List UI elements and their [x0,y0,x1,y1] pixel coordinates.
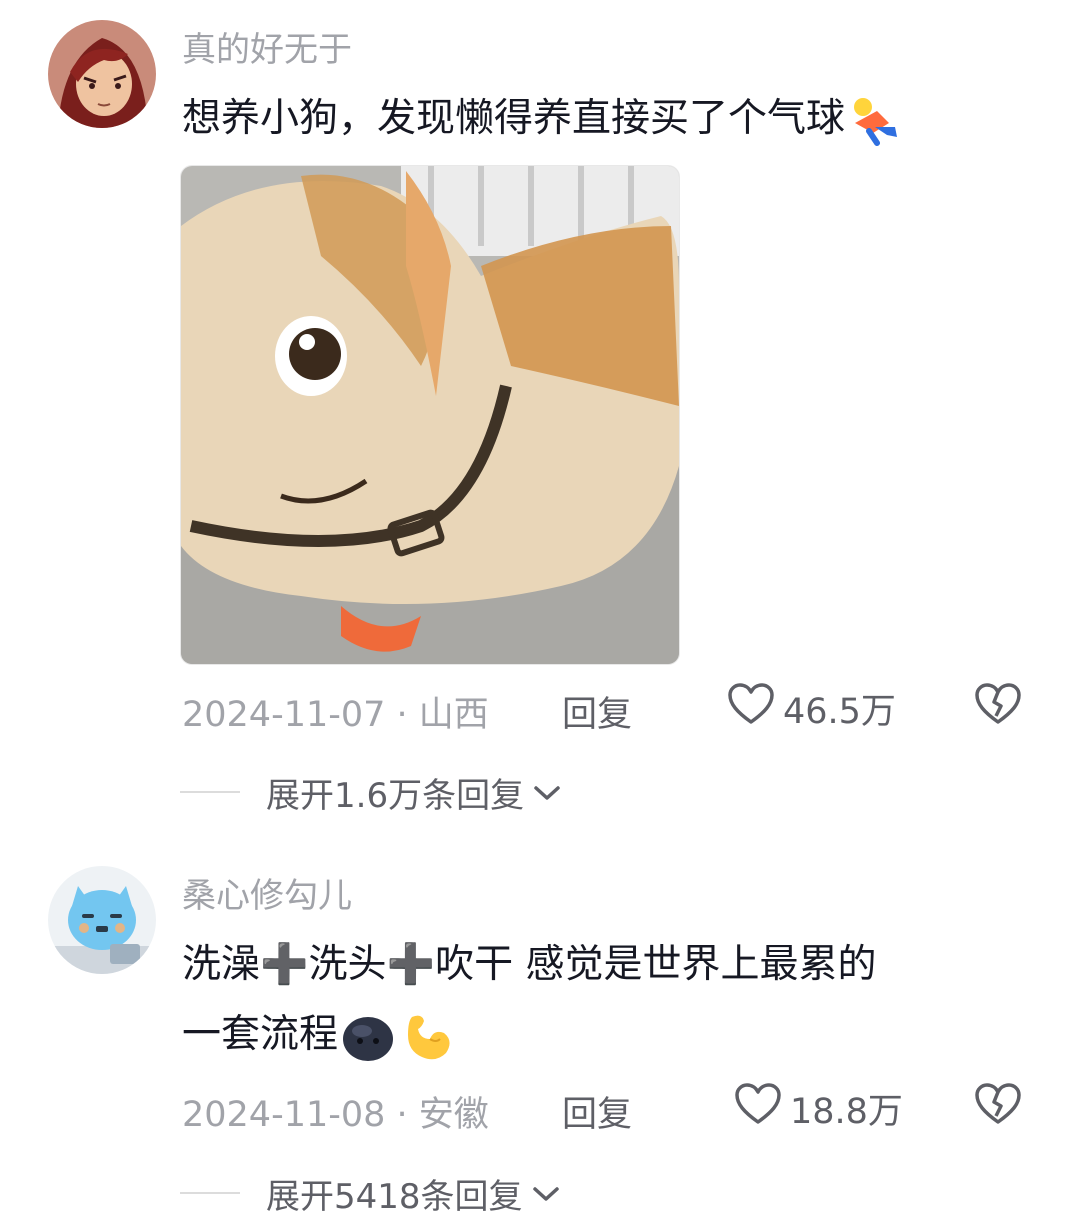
dislike-button[interactable] [974,1082,1022,1135]
flying-figure-emoji [847,93,903,149]
comment-text-line-2: 一套流程 [182,1000,1022,1070]
expand-replies-button[interactable]: 展开1.6万条回复 [180,767,562,817]
comment-text: 想养小狗，发现懒得养直接买了个气球 [182,84,1022,154]
like-button[interactable]: 18.8万 [734,1082,903,1135]
comment-meta: 2024-11-07 · 山西 回复 46.5万 [182,682,1042,735]
heart-outline-icon [734,1082,790,1135]
divider-line [180,791,240,793]
comment-1: 真的好无于 想养小狗，发现懒得养直接买了个气球 2024-11-07 · 山西 … [0,0,1080,840]
reply-button[interactable]: 回复 [562,1086,632,1137]
comment-2: 桑心修勾儿 洗澡➕洗头➕吹干 感觉是世界上最累的 一套流程 2024-11-08… [0,840,1080,1228]
flexed-arm-emoji [400,1009,456,1065]
like-count: 46.5万 [783,692,896,732]
date-location: 2024-11-08 · 安徽 [182,1095,489,1135]
username[interactable]: 真的好无于 [182,30,352,70]
date-location: 2024-11-07 · 山西 [182,695,489,735]
avatar[interactable] [48,20,156,128]
broken-heart-icon [974,1083,1022,1135]
dark-blob-face-emoji [340,1009,396,1065]
comment-text-line-1: 洗澡➕洗头➕吹干 感觉是世界上最累的 [182,942,877,987]
broken-heart-icon [974,683,1022,735]
like-button[interactable]: 46.5万 [727,682,896,735]
username[interactable]: 桑心修勾儿 [182,876,352,916]
expand-replies-label: 展开5418条回复 [266,1176,523,1217]
dislike-button[interactable] [974,682,1022,735]
like-count: 18.8万 [790,1092,903,1132]
heart-outline-icon [727,682,783,735]
avatar[interactable] [48,866,156,974]
chevron-down-icon [523,1173,561,1213]
divider-line [180,1192,240,1194]
reply-button[interactable]: 回复 [562,686,632,737]
expand-replies-button[interactable]: 展开5418条回复 [180,1168,561,1218]
comment-image-dog-balloon[interactable] [180,165,680,665]
chevron-down-icon [524,772,562,812]
comment-meta: 2024-11-08 · 安徽 回复 18.8万 [182,1082,1042,1135]
expand-replies-label: 展开1.6万条回复 [266,775,525,816]
comment-text-line-2-body: 一套流程 [182,1012,339,1057]
comment-text-body: 想养小狗，发现懒得养直接买了个气球 [182,96,846,141]
comment-text: 洗澡➕洗头➕吹干 感觉是世界上最累的 一套流程 [182,930,1022,1070]
